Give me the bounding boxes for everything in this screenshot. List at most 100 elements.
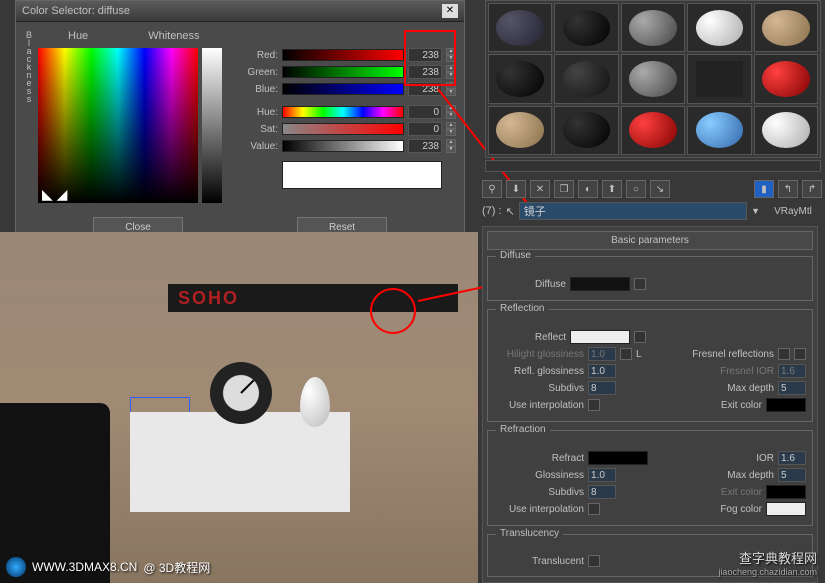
scene-clock	[210, 362, 272, 424]
make-unique-icon[interactable]: ◐	[578, 180, 598, 198]
hue-slider[interactable]	[282, 106, 404, 118]
refr-exit-swatch[interactable]	[766, 485, 806, 499]
refr-interp-label: Use interpolation	[494, 504, 584, 515]
reflect-map-button[interactable]	[634, 331, 646, 343]
value-spinner[interactable]	[408, 139, 442, 153]
refraction-group-label: Refraction	[496, 424, 550, 435]
refraction-group: Refraction Refract IOR Glossiness Max de…	[487, 430, 813, 526]
material-slot[interactable]	[687, 54, 751, 103]
material-slot[interactable]	[554, 3, 618, 52]
material-slot[interactable]	[488, 54, 552, 103]
material-slot[interactable]	[754, 54, 818, 103]
diffuse-map-button[interactable]	[634, 278, 646, 290]
green-spinner-buttons[interactable]: ▲▼	[446, 65, 456, 79]
red-spinner[interactable]	[408, 48, 442, 62]
delete-icon[interactable]: ✕	[530, 180, 550, 198]
green-slider[interactable]	[282, 66, 404, 78]
blue-spinner-buttons[interactable]: ▲▼	[446, 82, 456, 96]
reflection-group-label: Reflection	[496, 303, 548, 314]
refl-interp-checkbox[interactable]	[588, 399, 600, 411]
translucency-group-label: Translucency	[496, 528, 563, 539]
material-scrollbar[interactable]	[485, 160, 821, 172]
blue-spinner[interactable]	[408, 82, 442, 96]
red-slider[interactable]	[282, 49, 404, 61]
value-slider[interactable]	[282, 140, 404, 152]
watermark-text: @ 3D教程网	[143, 559, 210, 576]
fresnel-checkbox[interactable]	[778, 348, 790, 360]
hue-spinner[interactable]	[408, 105, 442, 119]
viewport-3d[interactable]: SOHO	[0, 232, 478, 583]
material-slot[interactable]	[687, 3, 751, 52]
refr-subdivs-spinner[interactable]	[588, 485, 616, 499]
material-name-input[interactable]	[519, 202, 747, 220]
watermark-right: 查字典教程网 jiaocheng.chazidian.com	[718, 548, 817, 577]
material-slot[interactable]	[621, 3, 685, 52]
picker-arrows-icon: ◣ ◢	[42, 186, 67, 203]
refr-gloss-spinner[interactable]	[588, 468, 616, 482]
lock-button[interactable]	[620, 348, 632, 360]
go-forward-icon[interactable]: ↱	[802, 180, 822, 198]
diffuse-color-swatch[interactable]	[570, 277, 630, 291]
diffuse-label: Diffuse	[494, 279, 566, 290]
show-map-icon[interactable]: ▮	[754, 180, 774, 198]
hue-heading: Hue	[68, 30, 88, 42]
pick-icon[interactable]: ↖	[506, 205, 515, 218]
green-spinner[interactable]	[408, 65, 442, 79]
translucent-checkbox[interactable]	[588, 555, 600, 567]
sat-slider[interactable]	[282, 123, 404, 135]
go-parent-icon[interactable]: ↰	[778, 180, 798, 198]
material-slot[interactable]	[554, 54, 618, 103]
green-label: Green:	[230, 67, 278, 78]
fresnel-ior-spinner[interactable]	[778, 364, 806, 378]
color-selector-dialog: Color Selector: diffuse ✕ Blackness Hue …	[15, 0, 465, 248]
hue-spinner-buttons[interactable]: ▲▼	[446, 105, 456, 119]
material-slot[interactable]	[554, 106, 618, 155]
reflect-color-swatch[interactable]	[570, 330, 630, 344]
blue-slider[interactable]	[282, 83, 404, 95]
material-name-row: (7) : ↖ ▼ VRayMtl	[482, 202, 822, 220]
whiteness-heading: Whiteness	[148, 30, 199, 42]
refract-color-swatch[interactable]	[588, 451, 648, 465]
sat-spinner[interactable]	[408, 122, 442, 136]
ior-spinner[interactable]	[778, 451, 806, 465]
refl-subdivs-spinner[interactable]	[588, 381, 616, 395]
sat-spinner-buttons[interactable]: ▲▼	[446, 122, 456, 136]
refl-exit-swatch[interactable]	[766, 398, 806, 412]
color-preview-swatch	[282, 161, 442, 189]
value-spinner-buttons[interactable]: ▲▼	[446, 139, 456, 153]
material-slot[interactable]	[621, 54, 685, 103]
hue-saturation-picker[interactable]	[38, 48, 198, 203]
eyedropper-icon[interactable]: ⚲	[482, 180, 502, 198]
material-slot[interactable]	[754, 106, 818, 155]
whiteness-slider[interactable]	[202, 48, 222, 203]
ior-label: IOR	[756, 453, 774, 464]
red-spinner-buttons[interactable]: ▲▼	[446, 48, 456, 62]
material-slot[interactable]	[754, 3, 818, 52]
blue-label: Blue:	[230, 84, 278, 95]
dropdown-icon[interactable]: ▼	[751, 206, 760, 216]
close-icon[interactable]: ✕	[442, 4, 458, 18]
refl-gloss-spinner[interactable]	[588, 364, 616, 378]
material-slot[interactable]	[687, 106, 751, 155]
put-icon[interactable]: ⬆	[602, 180, 622, 198]
refr-interp-checkbox[interactable]	[588, 503, 600, 515]
refl-maxdepth-spinner[interactable]	[778, 381, 806, 395]
select-icon[interactable]: ↘	[650, 180, 670, 198]
reflect-label: Reflect	[494, 332, 566, 343]
material-slot[interactable]	[488, 3, 552, 52]
rollout-basic-parameters[interactable]: Basic parameters	[487, 231, 813, 250]
refr-gloss-label: Glossiness	[494, 470, 584, 481]
refract-label: Refract	[494, 453, 584, 464]
material-type-button[interactable]: VRayMtl	[764, 206, 822, 217]
refr-maxdepth-spinner[interactable]	[778, 468, 806, 482]
dialog-titlebar[interactable]: Color Selector: diffuse ✕	[16, 1, 464, 22]
material-slot[interactable]	[488, 106, 552, 155]
assign-icon[interactable]: ⬇	[506, 180, 526, 198]
scene-chair	[0, 403, 110, 583]
fresnel-lock[interactable]	[794, 348, 806, 360]
options-icon[interactable]: ○	[626, 180, 646, 198]
copy-icon[interactable]: ❐	[554, 180, 574, 198]
fog-color-swatch[interactable]	[766, 502, 806, 516]
material-slot[interactable]	[621, 106, 685, 155]
hilight-gloss-spinner[interactable]	[588, 347, 616, 361]
